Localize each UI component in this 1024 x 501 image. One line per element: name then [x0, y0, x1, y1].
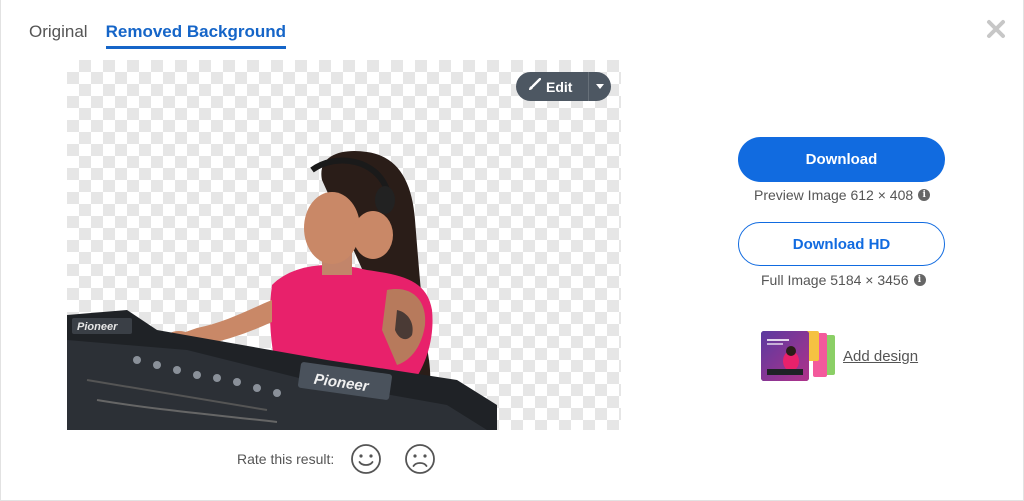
- caret-down-icon[interactable]: [588, 72, 610, 101]
- design-thumbnail: [761, 331, 837, 381]
- rating-bar: Rate this result:: [237, 443, 458, 475]
- full-image-info: Full Image 5184 × 3456 i: [761, 272, 926, 288]
- edit-main-area[interactable]: Edit: [516, 72, 588, 101]
- preview-image-info: Preview Image 612 × 408 i: [754, 187, 931, 203]
- close-icon[interactable]: [985, 18, 1007, 40]
- frown-icon[interactable]: [404, 443, 436, 475]
- cutout-subject-image: Pioneer Pioneer: [67, 150, 497, 430]
- edit-label: Edit: [546, 78, 573, 95]
- tab-removed-background[interactable]: Removed Background: [105, 22, 287, 49]
- info-icon[interactable]: i: [918, 189, 931, 201]
- svg-text:Pioneer: Pioneer: [77, 321, 118, 333]
- add-design-link[interactable]: Add design: [761, 331, 918, 381]
- smile-icon[interactable]: [350, 443, 382, 475]
- background-remover-panel: Original Removed Background Pioneer Pion…: [0, 0, 1024, 501]
- preview-image-size: Preview Image 612 × 408: [754, 187, 914, 203]
- add-design-label[interactable]: Add design: [843, 348, 918, 365]
- edit-button[interactable]: Edit: [516, 72, 611, 101]
- download-hd-button[interactable]: Download HD: [738, 222, 945, 266]
- info-icon[interactable]: i: [913, 274, 926, 286]
- rating-label: Rate this result:: [237, 451, 335, 467]
- full-image-size: Full Image 5184 × 3456: [761, 272, 909, 288]
- download-button[interactable]: Download: [738, 137, 945, 182]
- tab-original[interactable]: Original: [29, 22, 88, 49]
- brush-icon: [528, 77, 542, 96]
- view-tabs: Original Removed Background: [29, 22, 287, 49]
- result-image-canvas: Pioneer Pioneer: [67, 60, 621, 430]
